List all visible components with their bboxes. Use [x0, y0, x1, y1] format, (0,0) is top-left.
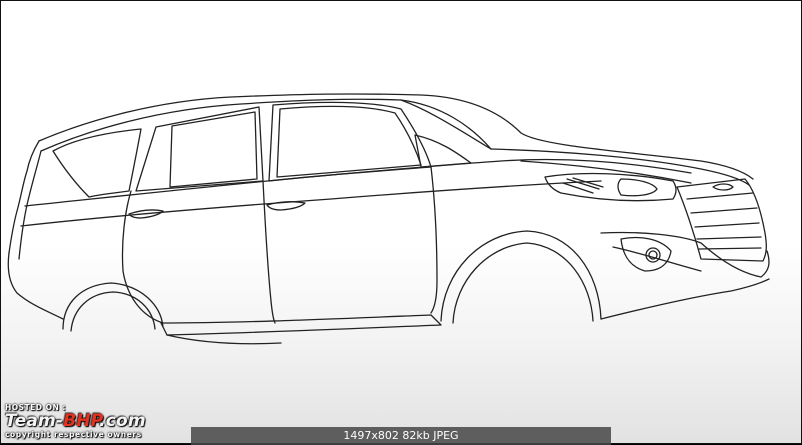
image-frame: HOSTED ON : Team-BHP.com copyright respe…	[0, 0, 802, 445]
rear-fascia-line	[8, 140, 40, 254]
headlamp-slats	[562, 177, 604, 194]
bumper-crease	[612, 246, 702, 272]
rear-door-window-inner	[169, 111, 258, 188]
front-wheel-arch	[440, 230, 602, 322]
a-pillar	[400, 99, 492, 150]
rear-quarter-glass	[52, 128, 142, 198]
front-door-window-inner	[276, 105, 422, 178]
image-info-bar[interactable]: 1497x802 82kb JPEG	[191, 427, 611, 445]
grille-bar-2	[690, 207, 758, 214]
logo-suffix: .com	[99, 410, 146, 431]
copyright-label: copyright respective owners	[5, 429, 142, 439]
hosting-watermark: HOSTED ON : Team-BHP.com copyright respe…	[5, 404, 146, 438]
rear-wheel-arch	[62, 282, 164, 330]
team-bhp-logo: Team-BHP.com	[5, 410, 146, 431]
front-bumper-lower	[600, 278, 770, 320]
grille-bar-1	[686, 192, 754, 200]
center-pillar-cut	[262, 180, 276, 324]
rear-door-window	[135, 106, 264, 192]
car-line-drawing	[7, 93, 770, 345]
headlamp	[544, 172, 677, 202]
front-bumper	[600, 231, 770, 278]
front-door-cut	[430, 166, 438, 314]
rocker-lower	[166, 334, 282, 345]
image-info-text: 1497x802 82kb JPEG	[343, 429, 459, 442]
rocker-panel	[160, 314, 442, 336]
front-door-window	[268, 101, 432, 182]
rear-bumper	[7, 252, 64, 320]
belt-line	[24, 158, 692, 207]
grille-emblem	[712, 183, 734, 191]
logo-prefix: Team-	[5, 410, 64, 431]
front-arch-inner	[452, 242, 594, 324]
roof-rail-line	[40, 98, 492, 152]
shoulder-crease	[20, 180, 602, 227]
grille-bar-4	[696, 236, 762, 240]
quarter-vent	[414, 134, 472, 168]
fog-lamp	[645, 247, 661, 263]
headlamp-inner	[617, 178, 658, 197]
logo-accent: BHP	[63, 410, 100, 431]
grille-bar-3	[694, 222, 760, 228]
